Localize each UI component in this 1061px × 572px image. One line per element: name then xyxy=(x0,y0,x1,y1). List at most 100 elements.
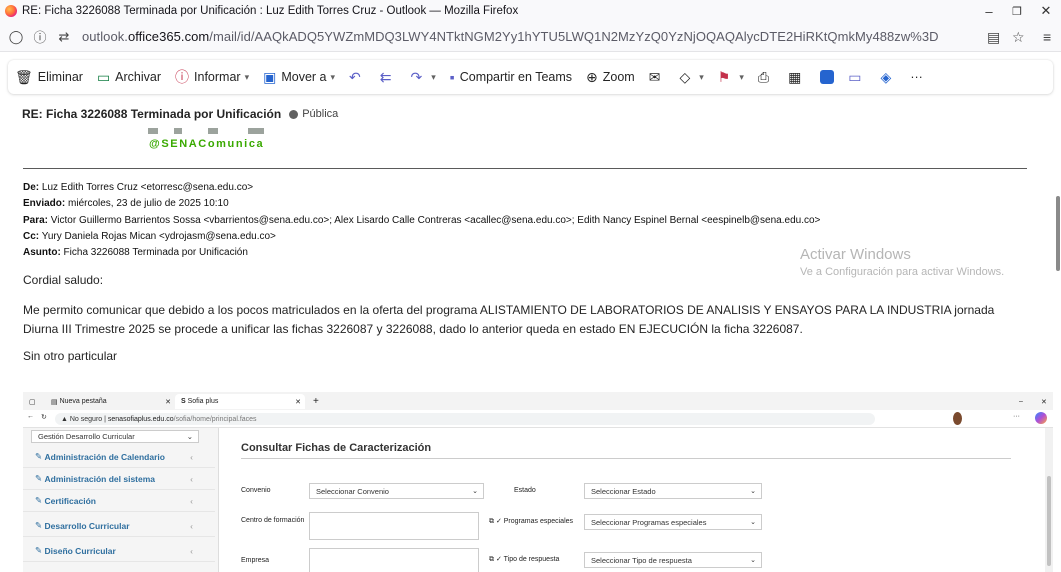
separator xyxy=(23,168,1027,169)
addin-button[interactable]: ▭ xyxy=(841,64,873,90)
maximize-button[interactable]: ❐ xyxy=(1002,0,1032,22)
embedded-label: ⧉ ✓ Programas especiales xyxy=(489,518,574,525)
edit-icon: ✎ xyxy=(35,520,45,530)
tag-icon: ◇ xyxy=(679,68,691,85)
edit-icon: ✎ xyxy=(35,545,45,555)
embedded-main: Consultar Fichas de Caracterización Conv… xyxy=(219,428,1053,572)
close-icon: ✕ xyxy=(165,398,171,406)
minimize-button[interactable]: – xyxy=(974,0,1004,22)
visibility-badge: Pública xyxy=(289,108,338,120)
embedded-sidebar-item: ✎ Desarrollo Curricular ‹ xyxy=(23,515,215,537)
envelope-icon: ✉ xyxy=(648,68,661,85)
zoom-button[interactable]: ⊕ Zoom xyxy=(579,64,642,90)
info-icon[interactable]: ⓘ xyxy=(32,27,48,46)
shield-icon xyxy=(289,109,299,119)
profile-avatar xyxy=(953,412,962,425)
zoom-icon: ⊕ xyxy=(586,68,598,85)
tab-actions-icon: ▢ xyxy=(29,398,36,406)
window-title: RE: Ficha 3226088 Terminada por Unificac… xyxy=(22,5,519,17)
chevron-down-icon: ⌄ xyxy=(750,488,756,495)
embedded-select: Seleccionar Estado ⌄ xyxy=(584,483,762,499)
reply-button[interactable]: ↶ xyxy=(342,64,373,90)
embedded-label: Estado xyxy=(514,487,536,494)
chevron-left-icon: ‹ xyxy=(190,520,193,531)
address-bar: ◯ ⓘ ⇄ outlook.office365.com/mail/id/AAQk… xyxy=(0,22,1061,52)
reading-pane: @SENAComunica De: Luz Edith Torres Cruz … xyxy=(8,128,1053,572)
embedded-label: Centro de formación xyxy=(241,517,305,524)
window-titlebar: RE: Ficha 3226088 Terminada por Unificac… xyxy=(0,0,1061,22)
sent-line: Enviado: miércoles, 23 de julio de 2025 … xyxy=(23,198,229,210)
shield-icon[interactable]: ◯ xyxy=(8,29,24,45)
reader-view-icon[interactable]: ▤ xyxy=(987,29,1000,46)
edit-icon: ✎ xyxy=(35,473,45,483)
edit-icon: ✎ xyxy=(35,495,45,505)
tab-new: ▤ Nueva pestaña ✕ xyxy=(51,398,171,406)
mark-unread-button[interactable]: ✉ xyxy=(642,64,673,90)
subject-line: Asunto: Ficha 3226088 Terminada por Unif… xyxy=(23,247,248,259)
from-line: De: Luz Edith Torres Cruz <etorresc@sena… xyxy=(23,182,254,193)
embedded-screenshot: ▢ ▤ Nueva pestaña ✕ S Sofia plus ✕ + – ✕ ←… xyxy=(23,392,1053,572)
loop-button[interactable]: ◈ xyxy=(874,64,904,90)
firefox-icon xyxy=(5,5,17,17)
archive-icon: ▭ xyxy=(96,68,111,85)
chevron-down-icon: ▾ xyxy=(431,71,436,82)
grid-icon: ▦ xyxy=(788,68,802,85)
acrobat-icon xyxy=(820,70,835,84)
chevron-down-icon: ⌄ xyxy=(186,432,193,441)
embedded-role-select: Gestión Desarrollo Curricular ⌄ xyxy=(31,430,199,443)
embedded-textarea xyxy=(309,548,479,572)
flag-button[interactable]: ⚑ ▾ xyxy=(711,64,751,90)
addin-icon: ▭ xyxy=(848,68,862,85)
chevron-left-icon: ‹ xyxy=(190,473,193,484)
delete-button[interactable]: 🗑 Eliminar xyxy=(8,64,90,90)
embedded-tabbar: ▢ ▤ Nueva pestaña ✕ S Sofia plus ✕ + – ✕ xyxy=(23,392,1053,410)
chevron-left-icon: ‹ xyxy=(190,495,193,506)
print-icon: ⎙ xyxy=(757,68,770,85)
chevron-down-icon: ▾ xyxy=(330,71,336,82)
trash-icon: 🗑 xyxy=(15,68,33,85)
embedded-textarea xyxy=(309,512,479,540)
categorize-button[interactable]: ◇ ▾ xyxy=(672,64,710,90)
print-button[interactable]: ⎙ xyxy=(751,64,781,90)
windows-activation-watermark-sub: Ve a Configuración para activar Windows. xyxy=(800,266,1005,278)
edit-icon: ✎ xyxy=(35,451,45,461)
url-field[interactable]: outlook.office365.com/mail/id/AAQkADQ5YW… xyxy=(82,29,939,44)
more-actions-button[interactable]: ··· xyxy=(903,64,930,90)
copilot-icon xyxy=(1035,412,1047,424)
chevron-down-icon: ⌄ xyxy=(472,488,478,495)
back-icon: ← xyxy=(27,413,34,420)
bookmark-star-icon[interactable]: ☆ xyxy=(1012,29,1025,46)
share-teams-button[interactable]: ▪ Compartir en Teams xyxy=(443,64,579,90)
chevron-down-icon: ⌄ xyxy=(750,557,756,564)
chevron-down-icon: ⌄ xyxy=(750,519,756,526)
chevron-down-icon: ▾ xyxy=(244,71,250,82)
immersive-reader-button[interactable]: ▦ xyxy=(781,64,813,90)
windows-activation-watermark: Activar Windows xyxy=(800,246,911,263)
new-tab-icon: + xyxy=(313,396,319,407)
forward-button[interactable]: ↷ ▾ xyxy=(403,64,442,90)
pdf-button[interactable] xyxy=(813,64,841,90)
embedded-addressbar: ← ↻ ▲ No seguro | senasofiaplus.edu.co/s… xyxy=(23,410,1053,428)
chevron-left-icon: ‹ xyxy=(190,545,193,556)
to-line: Para: Victor Guillermo Barrientos Sossa … xyxy=(23,214,821,226)
reply-all-button[interactable]: ⇇ xyxy=(373,64,404,90)
embedded-sidebar: Gestión Desarrollo Curricular ⌄ ✎ Adminis… xyxy=(23,428,219,572)
archive-button[interactable]: ▭ Archivar xyxy=(90,64,168,90)
embedded-label: ⧉ ✓ Tipo de respuesta xyxy=(489,556,560,563)
menu-icon[interactable]: ≡ xyxy=(1043,29,1051,45)
message-subject: RE: Ficha 3226088 Terminada por Unificac… xyxy=(22,107,282,121)
close-button[interactable]: ✕ xyxy=(1031,0,1061,22)
flag-icon: ⚑ xyxy=(717,68,731,85)
diamond-icon: ◈ xyxy=(880,68,892,85)
greeting: Cordial saludo: xyxy=(23,273,104,287)
permissions-icon[interactable]: ⇄ xyxy=(56,29,72,45)
reading-pane-scrollbar[interactable] xyxy=(1056,128,1061,572)
reply-all-icon: ⇇ xyxy=(379,68,392,85)
move-to-button[interactable]: ▣ Mover a ▾ xyxy=(256,64,342,90)
scrollbar-thumb[interactable] xyxy=(1056,196,1060,271)
report-icon: ⓘ xyxy=(175,69,190,85)
quoted-header: De: Luz Edith Torres Cruz <etorresc@sena… xyxy=(23,180,820,261)
forward-icon: ↷ xyxy=(410,68,423,85)
social-icons-strip xyxy=(148,128,268,134)
report-button[interactable]: ⓘ Informar ▾ xyxy=(168,64,256,90)
